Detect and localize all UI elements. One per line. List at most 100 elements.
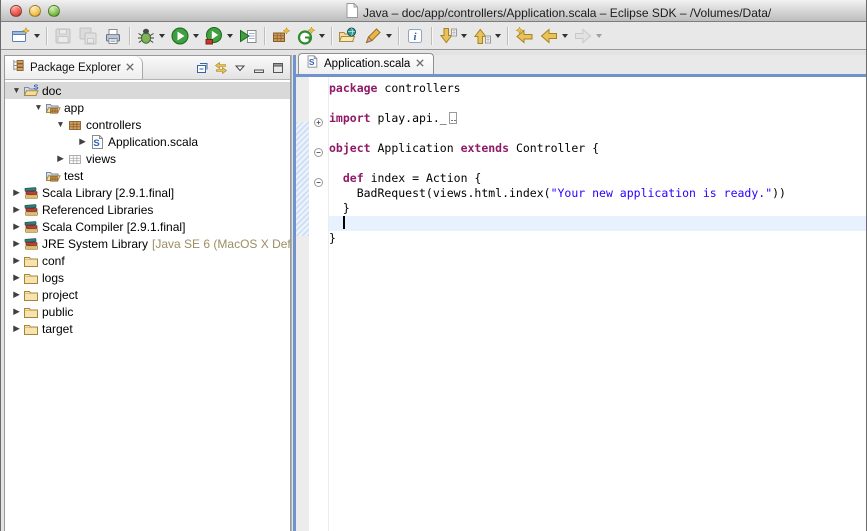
open-deploy-button[interactable] (336, 24, 360, 48)
code-line[interactable] (329, 156, 866, 171)
close-view-icon[interactable] (125, 59, 135, 77)
tree-item-app[interactable]: ▼ app (5, 99, 290, 116)
tab-package-explorer[interactable]: Package Explorer (5, 56, 143, 79)
dropdown-arrow-icon[interactable] (596, 34, 602, 38)
tree-item-referenced-libraries[interactable]: ▶ Referenced Libraries (5, 201, 290, 218)
code-editor[interactable]: package controllers import play.api._obje… (296, 77, 866, 531)
last-edit-location-button[interactable] (512, 24, 536, 48)
tree-item-views[interactable]: ▶ views (5, 150, 290, 167)
fold-collapse-icon[interactable] (314, 174, 323, 183)
disclosure-triangle[interactable]: ▶ (10, 201, 23, 218)
code-line[interactable]: object Application extends Controller { (329, 141, 866, 156)
code-text: controllers (377, 81, 460, 95)
code-line[interactable] (329, 96, 866, 111)
tree-item-application-scala[interactable]: ▶SApplication.scala (5, 133, 290, 150)
disclosure-triangle[interactable]: ▼ (32, 99, 45, 116)
dropdown-arrow-icon[interactable] (34, 34, 40, 38)
folder-icon (23, 321, 40, 337)
tree-item-doc[interactable]: ▼Sdoc (5, 82, 290, 99)
fold-collapse-icon[interactable] (314, 144, 323, 153)
disclosure-triangle[interactable]: ▶ (10, 184, 23, 201)
titlebar[interactable]: Java – doc/app/controllers/Application.s… (1, 0, 866, 22)
svg-text:S: S (93, 138, 99, 149)
disclosure-triangle[interactable]: ▶ (10, 286, 23, 303)
folder-icon (23, 287, 40, 303)
disclosure-triangle[interactable]: ▼ (54, 116, 67, 133)
code-line[interactable]: def index = Action { (329, 171, 866, 186)
annotation-ruler[interactable] (296, 77, 309, 531)
print-button[interactable] (101, 24, 125, 48)
fold-expand-icon[interactable] (314, 114, 323, 123)
disclosure-triangle[interactable]: ▶ (10, 320, 23, 337)
dropdown-arrow-icon[interactable] (461, 34, 467, 38)
zoom-button[interactable] (48, 5, 60, 17)
tree-item-logs[interactable]: ▶logs (5, 269, 290, 286)
tree-item-target[interactable]: ▶target (5, 320, 290, 337)
dropdown-arrow-icon[interactable] (193, 34, 199, 38)
editor-tab-label: Application.scala (324, 58, 410, 70)
dropdown-arrow-icon[interactable] (386, 34, 392, 38)
eclipse-window: Java – doc/app/controllers/Application.s… (0, 0, 867, 531)
code-line[interactable]: package controllers (329, 81, 866, 96)
format-brush-button[interactable] (361, 24, 394, 48)
code-line[interactable]: import play.api._ (329, 111, 866, 126)
close-button[interactable] (10, 5, 22, 17)
code-line[interactable] (329, 126, 866, 141)
next-annotation-button[interactable] (436, 24, 469, 48)
new-type-button[interactable] (294, 24, 327, 48)
disclosure-triangle[interactable]: ▶ (10, 269, 23, 286)
tree-item-project[interactable]: ▶project (5, 286, 290, 303)
disclosure-triangle[interactable]: ▶ (10, 252, 23, 269)
dropdown-arrow-icon[interactable] (227, 34, 233, 38)
info-button[interactable]: i (403, 24, 427, 48)
tree-item-public[interactable]: ▶public (5, 303, 290, 320)
tree-item-conf[interactable]: ▶conf (5, 252, 290, 269)
library-icon (23, 236, 40, 252)
code-text-area[interactable]: package controllers import play.api._obje… (329, 81, 866, 246)
code-line[interactable]: BadRequest(views.html.index("Your new ap… (329, 186, 866, 201)
code-line[interactable]: } (329, 201, 866, 216)
maximize-button[interactable] (270, 60, 286, 76)
minimize-button[interactable] (251, 60, 267, 76)
new-package-button[interactable] (269, 24, 293, 48)
code-line-current[interactable] (329, 216, 866, 231)
view-menu-button[interactable] (232, 60, 248, 76)
debug-button[interactable] (134, 24, 167, 48)
close-tab-icon[interactable] (415, 55, 425, 73)
tree-item-jre-system-library[interactable]: ▶JRE System Library[Java SE 6 (MacOS X D… (5, 235, 290, 252)
minimize-button[interactable] (29, 5, 41, 17)
disclosure-triangle[interactable]: ▶ (10, 218, 23, 235)
tree-item-label: Referenced Libraries (40, 203, 153, 217)
tab-application-scala[interactable]: S Application.scala (298, 53, 434, 74)
link-with-editor-button[interactable] (213, 60, 229, 76)
folded-region-box[interactable] (449, 112, 457, 124)
back-button[interactable] (537, 24, 570, 48)
previous-annotation-button[interactable] (470, 24, 503, 48)
dropdown-arrow-icon[interactable] (495, 34, 501, 38)
dropdown-arrow-icon[interactable] (319, 34, 325, 38)
dropdown-arrow-icon[interactable] (159, 34, 165, 38)
package-folder-icon (45, 168, 62, 184)
folding-margin[interactable] (309, 77, 329, 531)
collapse-all-button[interactable] (194, 60, 210, 76)
save-all-button (76, 24, 100, 48)
disclosure-triangle[interactable]: ▼ (10, 82, 23, 99)
dropdown-arrow-icon[interactable] (562, 34, 568, 38)
disclosure-triangle[interactable]: ▶ (54, 150, 67, 167)
tree-item-label: views (84, 152, 116, 166)
run-external-button[interactable] (236, 24, 260, 48)
tree-item-label: app (62, 101, 84, 115)
run-button[interactable] (168, 24, 201, 48)
code-line[interactable]: } (329, 231, 866, 246)
disclosure-triangle[interactable]: ▶ (76, 133, 89, 150)
tree-item-controllers[interactable]: ▼controllers (5, 116, 290, 133)
run-coverage-button[interactable] (202, 24, 235, 48)
view-tab-label: Package Explorer (30, 62, 121, 74)
tree-item-test[interactable]: test (5, 167, 290, 184)
library-icon (23, 202, 40, 218)
tree-item-scala-compiler-2-9-1-final[interactable]: ▶Scala Compiler [2.9.1.final] (5, 218, 290, 235)
new-wizard-button[interactable] (9, 24, 42, 48)
disclosure-triangle[interactable]: ▶ (10, 235, 23, 252)
disclosure-triangle[interactable]: ▶ (10, 303, 23, 320)
tree-item-scala-library-2-9-1-final[interactable]: ▶Scala Library [2.9.1.final] (5, 184, 290, 201)
